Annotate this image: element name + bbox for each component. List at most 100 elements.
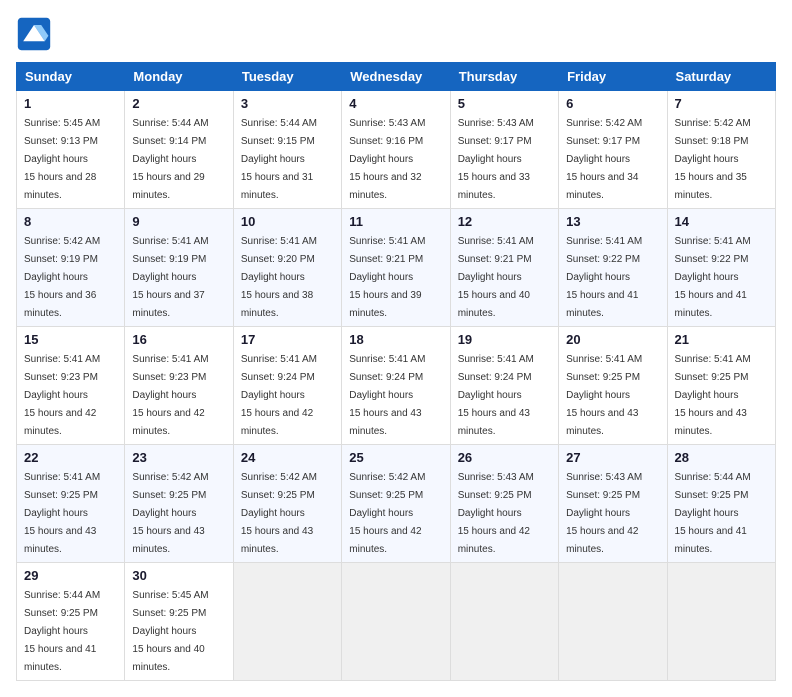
- header-row: SundayMondayTuesdayWednesdayThursdayFrid…: [17, 63, 776, 91]
- calendar-cell: 7 Sunrise: 5:42 AMSunset: 9:18 PMDayligh…: [667, 91, 775, 209]
- header-day: Thursday: [450, 63, 558, 91]
- calendar-cell: 27 Sunrise: 5:43 AMSunset: 9:25 PMDaylig…: [559, 445, 667, 563]
- day-number: 3: [241, 96, 334, 111]
- day-number: 9: [132, 214, 225, 229]
- day-info: Sunrise: 5:41 AMSunset: 9:22 PMDaylight …: [675, 236, 751, 319]
- calendar-cell: [342, 563, 450, 681]
- day-number: 13: [566, 214, 659, 229]
- day-info: Sunrise: 5:43 AMSunset: 9:16 PMDaylight …: [349, 118, 425, 201]
- calendar-cell: 6 Sunrise: 5:42 AMSunset: 9:17 PMDayligh…: [559, 91, 667, 209]
- day-info: Sunrise: 5:42 AMSunset: 9:17 PMDaylight …: [566, 118, 642, 201]
- calendar-cell: 30 Sunrise: 5:45 AMSunset: 9:25 PMDaylig…: [125, 563, 233, 681]
- day-number: 14: [675, 214, 768, 229]
- logo: [16, 16, 58, 52]
- day-number: 12: [458, 214, 551, 229]
- header-day: Saturday: [667, 63, 775, 91]
- calendar-cell: 16 Sunrise: 5:41 AMSunset: 9:23 PMDaylig…: [125, 327, 233, 445]
- calendar-cell: 11 Sunrise: 5:41 AMSunset: 9:21 PMDaylig…: [342, 209, 450, 327]
- day-number: 8: [24, 214, 117, 229]
- day-number: 15: [24, 332, 117, 347]
- day-info: Sunrise: 5:41 AMSunset: 9:23 PMDaylight …: [24, 354, 100, 437]
- calendar-cell: 13 Sunrise: 5:41 AMSunset: 9:22 PMDaylig…: [559, 209, 667, 327]
- day-number: 29: [24, 568, 117, 583]
- day-info: Sunrise: 5:45 AMSunset: 9:13 PMDaylight …: [24, 118, 100, 201]
- calendar-cell: 3 Sunrise: 5:44 AMSunset: 9:15 PMDayligh…: [233, 91, 341, 209]
- calendar-cell: 1 Sunrise: 5:45 AMSunset: 9:13 PMDayligh…: [17, 91, 125, 209]
- day-info: Sunrise: 5:42 AMSunset: 9:19 PMDaylight …: [24, 236, 100, 319]
- calendar: SundayMondayTuesdayWednesdayThursdayFrid…: [16, 62, 776, 681]
- day-number: 23: [132, 450, 225, 465]
- calendar-cell: 10 Sunrise: 5:41 AMSunset: 9:20 PMDaylig…: [233, 209, 341, 327]
- day-number: 27: [566, 450, 659, 465]
- day-number: 7: [675, 96, 768, 111]
- calendar-cell: [667, 563, 775, 681]
- day-info: Sunrise: 5:41 AMSunset: 9:20 PMDaylight …: [241, 236, 317, 319]
- calendar-cell: 29 Sunrise: 5:44 AMSunset: 9:25 PMDaylig…: [17, 563, 125, 681]
- day-info: Sunrise: 5:41 AMSunset: 9:22 PMDaylight …: [566, 236, 642, 319]
- day-info: Sunrise: 5:45 AMSunset: 9:25 PMDaylight …: [132, 590, 208, 673]
- day-number: 11: [349, 214, 442, 229]
- day-number: 18: [349, 332, 442, 347]
- calendar-cell: [559, 563, 667, 681]
- day-info: Sunrise: 5:42 AMSunset: 9:25 PMDaylight …: [241, 472, 317, 555]
- day-number: 19: [458, 332, 551, 347]
- calendar-cell: [233, 563, 341, 681]
- calendar-cell: 22 Sunrise: 5:41 AMSunset: 9:25 PMDaylig…: [17, 445, 125, 563]
- day-number: 24: [241, 450, 334, 465]
- day-info: Sunrise: 5:41 AMSunset: 9:24 PMDaylight …: [241, 354, 317, 437]
- day-info: Sunrise: 5:42 AMSunset: 9:25 PMDaylight …: [349, 472, 425, 555]
- calendar-week: 22 Sunrise: 5:41 AMSunset: 9:25 PMDaylig…: [17, 445, 776, 563]
- header-day: Wednesday: [342, 63, 450, 91]
- calendar-cell: 9 Sunrise: 5:41 AMSunset: 9:19 PMDayligh…: [125, 209, 233, 327]
- calendar-week: 1 Sunrise: 5:45 AMSunset: 9:13 PMDayligh…: [17, 91, 776, 209]
- day-number: 21: [675, 332, 768, 347]
- calendar-cell: [450, 563, 558, 681]
- calendar-cell: 24 Sunrise: 5:42 AMSunset: 9:25 PMDaylig…: [233, 445, 341, 563]
- calendar-cell: 14 Sunrise: 5:41 AMSunset: 9:22 PMDaylig…: [667, 209, 775, 327]
- day-info: Sunrise: 5:41 AMSunset: 9:25 PMDaylight …: [566, 354, 642, 437]
- day-number: 26: [458, 450, 551, 465]
- calendar-week: 8 Sunrise: 5:42 AMSunset: 9:19 PMDayligh…: [17, 209, 776, 327]
- day-number: 17: [241, 332, 334, 347]
- calendar-cell: 21 Sunrise: 5:41 AMSunset: 9:25 PMDaylig…: [667, 327, 775, 445]
- day-number: 2: [132, 96, 225, 111]
- day-info: Sunrise: 5:42 AMSunset: 9:25 PMDaylight …: [132, 472, 208, 555]
- day-number: 20: [566, 332, 659, 347]
- day-number: 28: [675, 450, 768, 465]
- header-day: Friday: [559, 63, 667, 91]
- calendar-cell: 4 Sunrise: 5:43 AMSunset: 9:16 PMDayligh…: [342, 91, 450, 209]
- day-info: Sunrise: 5:41 AMSunset: 9:25 PMDaylight …: [24, 472, 100, 555]
- calendar-cell: 20 Sunrise: 5:41 AMSunset: 9:25 PMDaylig…: [559, 327, 667, 445]
- day-info: Sunrise: 5:41 AMSunset: 9:24 PMDaylight …: [349, 354, 425, 437]
- calendar-cell: 5 Sunrise: 5:43 AMSunset: 9:17 PMDayligh…: [450, 91, 558, 209]
- calendar-cell: 12 Sunrise: 5:41 AMSunset: 9:21 PMDaylig…: [450, 209, 558, 327]
- calendar-cell: 15 Sunrise: 5:41 AMSunset: 9:23 PMDaylig…: [17, 327, 125, 445]
- day-number: 1: [24, 96, 117, 111]
- calendar-cell: 23 Sunrise: 5:42 AMSunset: 9:25 PMDaylig…: [125, 445, 233, 563]
- calendar-cell: 8 Sunrise: 5:42 AMSunset: 9:19 PMDayligh…: [17, 209, 125, 327]
- day-number: 16: [132, 332, 225, 347]
- calendar-cell: 2 Sunrise: 5:44 AMSunset: 9:14 PMDayligh…: [125, 91, 233, 209]
- calendar-cell: 25 Sunrise: 5:42 AMSunset: 9:25 PMDaylig…: [342, 445, 450, 563]
- day-info: Sunrise: 5:41 AMSunset: 9:24 PMDaylight …: [458, 354, 534, 437]
- day-number: 5: [458, 96, 551, 111]
- logo-icon: [16, 16, 52, 52]
- day-number: 10: [241, 214, 334, 229]
- day-info: Sunrise: 5:41 AMSunset: 9:21 PMDaylight …: [349, 236, 425, 319]
- day-info: Sunrise: 5:41 AMSunset: 9:23 PMDaylight …: [132, 354, 208, 437]
- day-number: 25: [349, 450, 442, 465]
- header-day: Sunday: [17, 63, 125, 91]
- calendar-cell: 18 Sunrise: 5:41 AMSunset: 9:24 PMDaylig…: [342, 327, 450, 445]
- header-day: Tuesday: [233, 63, 341, 91]
- header: [16, 16, 776, 52]
- day-info: Sunrise: 5:44 AMSunset: 9:14 PMDaylight …: [132, 118, 208, 201]
- day-info: Sunrise: 5:44 AMSunset: 9:25 PMDaylight …: [675, 472, 751, 555]
- day-number: 22: [24, 450, 117, 465]
- calendar-cell: 26 Sunrise: 5:43 AMSunset: 9:25 PMDaylig…: [450, 445, 558, 563]
- header-day: Monday: [125, 63, 233, 91]
- day-info: Sunrise: 5:41 AMSunset: 9:25 PMDaylight …: [675, 354, 751, 437]
- day-info: Sunrise: 5:41 AMSunset: 9:19 PMDaylight …: [132, 236, 208, 319]
- calendar-cell: 28 Sunrise: 5:44 AMSunset: 9:25 PMDaylig…: [667, 445, 775, 563]
- day-number: 30: [132, 568, 225, 583]
- calendar-week: 29 Sunrise: 5:44 AMSunset: 9:25 PMDaylig…: [17, 563, 776, 681]
